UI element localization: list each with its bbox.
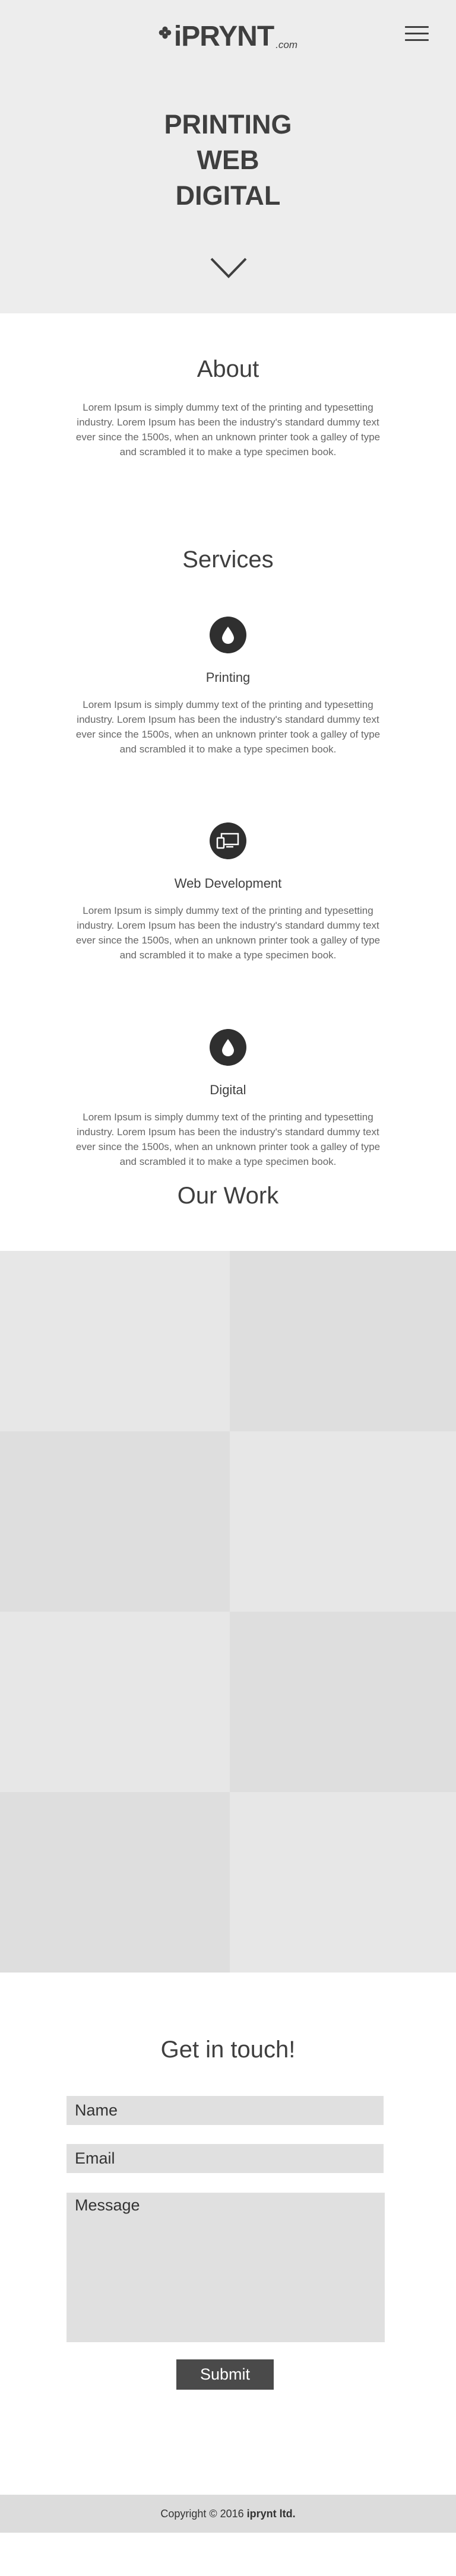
work-title-wrap: Our Work: [0, 1159, 456, 1251]
devices-icon: [210, 822, 246, 859]
ink-drop-icon: [210, 617, 246, 653]
logo-text: iPRYNT: [173, 21, 274, 52]
work-tile[interactable]: [0, 1792, 230, 1973]
copyright-text: Copyright © 2016: [160, 2507, 244, 2520]
hero-line-printing: PRINTING: [164, 109, 292, 139]
footer: Copyright © 2016 iprynt ltd.: [0, 2495, 456, 2533]
work-tile[interactable]: [230, 1792, 456, 1973]
services-section: Services Printing Lorem Ipsum is simply …: [0, 477, 456, 1167]
chevron-down-icon[interactable]: [209, 255, 248, 281]
name-field[interactable]: [66, 2096, 384, 2125]
work-section: Our Work: [0, 1159, 456, 1973]
hero-line-digital: DIGITAL: [175, 180, 281, 211]
logo[interactable]: iPRYNT .com: [159, 18, 297, 51]
service-text: Lorem Ipsum is simply dummy text of the …: [75, 699, 381, 755]
contact-title: Get in touch!: [160, 2037, 296, 2063]
company-name: iprynt ltd.: [246, 2507, 296, 2520]
ink-drop-icon: [210, 1029, 246, 1066]
about-text: Lorem Ipsum is simply dummy text of the …: [75, 402, 381, 458]
service-text: Lorem Ipsum is simply dummy text of the …: [75, 905, 381, 961]
submit-button[interactable]: Submit: [176, 2359, 274, 2390]
service-printing: Printing Lorem Ipsum is simply dummy tex…: [0, 617, 456, 757]
message-field[interactable]: [66, 2193, 385, 2342]
work-tile[interactable]: [230, 1431, 456, 1612]
hamburger-menu-icon[interactable]: [405, 26, 429, 43]
clover-icon: [159, 26, 172, 39]
work-tile[interactable]: [230, 1612, 456, 1792]
logo-suffix: .com: [276, 39, 297, 50]
hero-section: iPRYNT .com PRINTING WEB DIGITAL: [0, 0, 456, 313]
service-web-development: Web Development Lorem Ipsum is simply du…: [0, 822, 456, 963]
work-tile[interactable]: [230, 1251, 456, 1431]
work-title: Our Work: [177, 1183, 279, 1209]
email-field[interactable]: [66, 2144, 384, 2173]
work-tile[interactable]: [0, 1431, 230, 1612]
service-name: Web Development: [174, 876, 282, 891]
work-grid: [0, 1251, 456, 1973]
services-title: Services: [182, 547, 274, 573]
service-name: Printing: [205, 670, 251, 685]
about-section: About Lorem Ipsum is simply dummy text o…: [0, 313, 456, 477]
hero-title: PRINTING WEB DIGITAL: [0, 107, 456, 214]
about-title: About: [197, 356, 259, 382]
service-digital: Digital Lorem Ipsum is simply dummy text…: [0, 1029, 456, 1169]
work-tile[interactable]: [0, 1251, 230, 1431]
work-tile[interactable]: [0, 1612, 230, 1792]
contact-section: Get in touch! Submit: [0, 1973, 456, 2495]
service-name: Digital: [210, 1082, 246, 1097]
hero-line-web: WEB: [197, 145, 259, 175]
